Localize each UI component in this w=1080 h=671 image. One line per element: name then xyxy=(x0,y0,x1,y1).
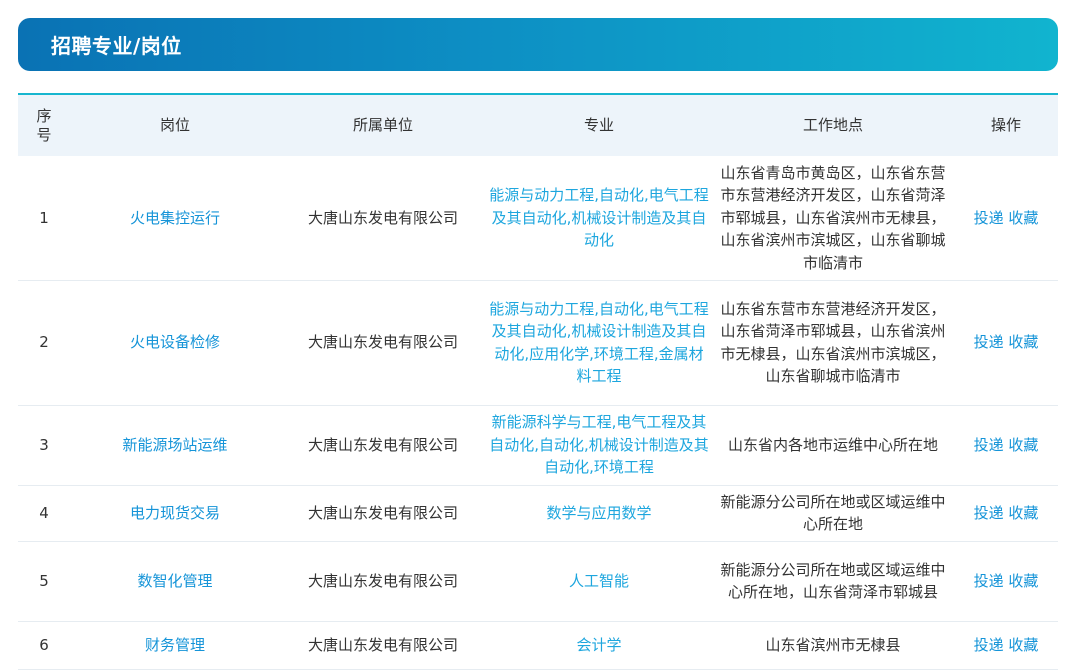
work-location: 新能源分公司所在地或区域运维中心所在地 xyxy=(712,485,954,542)
position-link[interactable]: 数智化管理 xyxy=(70,541,280,622)
table-row: 5 数智化管理 大唐山东发电有限公司 人工智能 新能源分公司所在地或区域运维中心… xyxy=(18,541,1058,622)
row-actions: 投递 收藏 xyxy=(954,156,1058,281)
apply-button[interactable]: 投递 xyxy=(974,436,1004,454)
table-row: 3 新能源场站运维 大唐山东发电有限公司 新能源科学与工程,电气工程及其自动化,… xyxy=(18,405,1058,486)
row-actions: 投递 收藏 xyxy=(954,280,1058,406)
row-seq: 4 xyxy=(18,485,70,542)
section-title: 招聘专业/岗位 xyxy=(51,34,182,58)
section-header: 招聘专业/岗位 xyxy=(18,18,1058,71)
apply-button[interactable]: 投递 xyxy=(974,572,1004,590)
table-header-row: 序 号 岗位 所属单位 专业 工作地点 操作 xyxy=(18,95,1058,156)
table-row: 1 火电集控运行 大唐山东发电有限公司 能源与动力工程,自动化,电气工程及其自动… xyxy=(18,156,1058,281)
major-list: 会计学 xyxy=(486,621,712,670)
work-location: 新能源分公司所在地或区域运维中心所在地，山东省菏泽市郓城县 xyxy=(712,541,954,622)
table-row: 2 火电设备检修 大唐山东发电有限公司 能源与动力工程,自动化,电气工程及其自动… xyxy=(18,280,1058,406)
work-location: 山东省青岛市黄岛区，山东省东营市东营港经济开发区，山东省菏泽市郓城县，山东省滨州… xyxy=(712,156,954,281)
position-link[interactable]: 财务管理 xyxy=(70,621,280,670)
row-actions: 投递 收藏 xyxy=(954,541,1058,622)
column-header-position: 岗位 xyxy=(159,116,190,134)
row-seq: 1 xyxy=(18,156,70,281)
unit-name: 大唐山东发电有限公司 xyxy=(280,485,486,542)
position-link[interactable]: 火电设备检修 xyxy=(70,280,280,406)
position-link[interactable]: 新能源场站运维 xyxy=(70,405,280,486)
column-header-major: 专业 xyxy=(583,116,614,134)
apply-button[interactable]: 投递 xyxy=(974,333,1004,351)
row-seq: 5 xyxy=(18,541,70,622)
favorite-button[interactable]: 收藏 xyxy=(1008,436,1038,454)
row-seq: 2 xyxy=(18,280,70,406)
row-seq: 6 xyxy=(18,621,70,670)
work-location: 山东省东营市东营港经济开发区，山东省菏泽市郓城县，山东省滨州市无棣县，山东省滨州… xyxy=(712,280,954,406)
favorite-button[interactable]: 收藏 xyxy=(1008,636,1038,654)
major-list: 能源与动力工程,自动化,电气工程及其自动化,机械设计制造及其自动化,应用化学,环… xyxy=(486,280,712,406)
unit-name: 大唐山东发电有限公司 xyxy=(280,280,486,406)
major-list: 数学与应用数学 xyxy=(486,485,712,542)
column-header-action: 操作 xyxy=(990,116,1021,134)
column-header-unit: 所属单位 xyxy=(352,116,413,134)
table-row: 6 财务管理 大唐山东发电有限公司 会计学 山东省滨州市无棣县 投递 收藏 xyxy=(18,621,1058,670)
row-actions: 投递 收藏 xyxy=(954,621,1058,670)
position-link[interactable]: 电力现货交易 xyxy=(70,485,280,542)
column-header-seq: 序 号 xyxy=(36,106,52,144)
major-list: 新能源科学与工程,电气工程及其自动化,自动化,机械设计制造及其自动化,环境工程 xyxy=(486,405,712,486)
unit-name: 大唐山东发电有限公司 xyxy=(280,405,486,486)
unit-name: 大唐山东发电有限公司 xyxy=(280,156,486,281)
apply-button[interactable]: 投递 xyxy=(974,504,1004,522)
unit-name: 大唐山东发电有限公司 xyxy=(280,621,486,670)
position-link[interactable]: 火电集控运行 xyxy=(70,156,280,281)
favorite-button[interactable]: 收藏 xyxy=(1008,572,1038,590)
apply-button[interactable]: 投递 xyxy=(974,636,1004,654)
major-list: 能源与动力工程,自动化,电气工程及其自动化,机械设计制造及其自动化 xyxy=(486,156,712,281)
row-actions: 投递 收藏 xyxy=(954,485,1058,542)
apply-button[interactable]: 投递 xyxy=(974,209,1004,227)
favorite-button[interactable]: 收藏 xyxy=(1008,504,1038,522)
favorite-button[interactable]: 收藏 xyxy=(1008,209,1038,227)
row-actions: 投递 收藏 xyxy=(954,405,1058,486)
column-header-location: 工作地点 xyxy=(802,116,863,134)
row-seq: 3 xyxy=(18,405,70,486)
work-location: 山东省内各地市运维中心所在地 xyxy=(712,405,954,486)
favorite-button[interactable]: 收藏 xyxy=(1008,333,1038,351)
table-row: 4 电力现货交易 大唐山东发电有限公司 数学与应用数学 新能源分公司所在地或区域… xyxy=(18,485,1058,542)
recruitment-table: 序 号 岗位 所属单位 专业 工作地点 操作 1 火电集控运行 大唐山东发电有限… xyxy=(18,93,1058,670)
unit-name: 大唐山东发电有限公司 xyxy=(280,541,486,622)
work-location: 山东省滨州市无棣县 xyxy=(712,621,954,670)
major-list: 人工智能 xyxy=(486,541,712,622)
